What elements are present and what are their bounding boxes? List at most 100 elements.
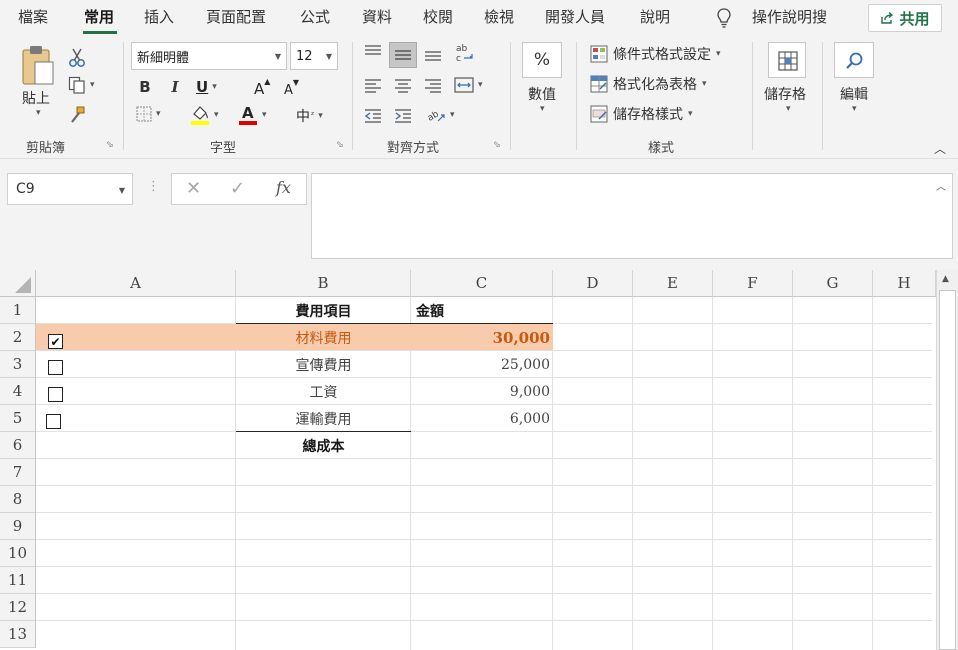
column-header-c[interactable]: C bbox=[411, 270, 553, 297]
number-format-button[interactable]: % 數值 ▾ bbox=[520, 42, 564, 130]
format-as-table-button[interactable]: 格式化為表格 ▾ bbox=[590, 74, 707, 94]
row-header-10[interactable]: 10 bbox=[0, 540, 36, 567]
group-divider bbox=[576, 42, 577, 150]
tab-data[interactable]: 資料 bbox=[362, 6, 392, 27]
formula-input[interactable]: ︿ bbox=[311, 173, 953, 259]
checkbox-row-5[interactable] bbox=[46, 414, 61, 429]
share-button[interactable]: 共用 bbox=[868, 4, 942, 32]
row-header-13[interactable]: 13 bbox=[0, 621, 36, 648]
conditional-formatting-button[interactable]: 條件式格式設定 ▾ bbox=[590, 44, 721, 64]
decrease-indent-icon[interactable] bbox=[364, 108, 382, 124]
tab-view[interactable]: 檢視 bbox=[484, 6, 514, 27]
expand-formula-icon[interactable]: ︿ bbox=[936, 178, 946, 193]
column-header-a[interactable]: A bbox=[36, 270, 236, 297]
drag-handle-icon[interactable]: ⋮ bbox=[147, 179, 160, 194]
vertical-scrollbar[interactable]: ▲ bbox=[936, 270, 958, 650]
cell-styles-button[interactable]: 儲存格樣式 ▾ bbox=[590, 104, 693, 124]
cancel-icon[interactable]: ✕ bbox=[186, 178, 201, 199]
increase-indent-icon[interactable] bbox=[394, 108, 412, 124]
column-header-g[interactable]: G bbox=[793, 270, 873, 297]
font-size-select[interactable]: 12 ▼ bbox=[290, 42, 338, 70]
row-header-8[interactable]: 8 bbox=[0, 486, 36, 513]
format-painter-icon[interactable] bbox=[68, 106, 86, 124]
tab-formulas[interactable]: 公式 bbox=[300, 6, 330, 27]
tab-developer[interactable]: 開發人員 bbox=[545, 6, 605, 27]
row-header-6[interactable]: 6 bbox=[0, 432, 36, 459]
cell-c1-header-amount[interactable]: 金額 bbox=[416, 297, 553, 324]
column-header-e[interactable]: E bbox=[633, 270, 713, 297]
lightbulb-icon[interactable] bbox=[716, 8, 732, 28]
insert-function-icon[interactable]: fx bbox=[276, 178, 291, 197]
cell-b2-item[interactable]: 材料費用 bbox=[236, 324, 411, 351]
tab-page-layout[interactable]: 頁面配置 bbox=[206, 6, 266, 27]
dialog-launcher-icon[interactable]: ⬂ bbox=[106, 140, 116, 150]
cut-icon[interactable] bbox=[68, 48, 86, 68]
cell-c3-amount[interactable]: 25,000 bbox=[411, 351, 553, 378]
cell-c4-amount[interactable]: 9,000 bbox=[411, 378, 553, 405]
align-top-icon[interactable] bbox=[364, 44, 382, 60]
row-header-3[interactable]: 3 bbox=[0, 351, 36, 378]
cell-b1-header-item[interactable]: 費用項目 bbox=[236, 297, 411, 324]
column-header-h[interactable]: H bbox=[873, 270, 936, 297]
worksheet-grid[interactable]: A B C D E F G H 1 2 3 4 5 6 7 8 9 10 11 … bbox=[0, 270, 958, 650]
collapse-ribbon-icon[interactable]: ︿ bbox=[934, 140, 946, 157]
font-color-button[interactable]: A ▾ bbox=[238, 104, 267, 126]
tell-me-search[interactable]: 操作說明搜 bbox=[752, 6, 827, 27]
tab-review[interactable]: 校閱 bbox=[423, 6, 453, 27]
bold-button[interactable]: B bbox=[136, 76, 154, 98]
dialog-launcher-icon[interactable]: ⬂ bbox=[336, 140, 346, 150]
row-header-9[interactable]: 9 bbox=[0, 513, 36, 540]
copy-button[interactable]: ▾ bbox=[68, 76, 95, 94]
row-header-2[interactable]: 2 bbox=[0, 324, 36, 351]
cell-b5-item[interactable]: 運輸費用 bbox=[236, 405, 411, 432]
phonetic-guide-button[interactable]: 中 ᶻ ▾ bbox=[296, 106, 323, 126]
increase-font-button[interactable]: A ▲ bbox=[254, 76, 270, 98]
align-bottom-icon[interactable] bbox=[424, 46, 442, 62]
row-header-5[interactable]: 5 bbox=[0, 405, 36, 432]
column-header-b[interactable]: B bbox=[236, 270, 411, 297]
cell-b3-item[interactable]: 宣傳費用 bbox=[236, 351, 411, 378]
scrollbar-thumb[interactable] bbox=[939, 290, 956, 650]
row-header-12[interactable]: 12 bbox=[0, 594, 36, 621]
checkbox-row-2[interactable]: ✔ bbox=[48, 334, 63, 349]
italic-button[interactable]: I bbox=[166, 76, 184, 98]
wrap-text-icon[interactable]: ab c bbox=[454, 42, 476, 64]
row-header-11[interactable]: 11 bbox=[0, 567, 36, 594]
decrease-font-button[interactable]: A ▼ bbox=[284, 76, 299, 98]
row-header-4[interactable]: 4 bbox=[0, 378, 36, 405]
cell-c2-amount[interactable]: 30,000 bbox=[411, 324, 553, 351]
cell-b4-item[interactable]: 工資 bbox=[236, 378, 411, 405]
tab-help[interactable]: 說明 bbox=[640, 6, 670, 27]
align-center-icon[interactable] bbox=[394, 78, 412, 94]
enter-check-icon[interactable]: ✓ bbox=[230, 178, 245, 199]
tab-insert[interactable]: 插入 bbox=[144, 6, 174, 27]
align-middle-button[interactable] bbox=[389, 42, 417, 68]
gridline bbox=[36, 512, 932, 513]
dialog-launcher-icon[interactable]: ⬂ bbox=[493, 140, 503, 150]
cells-button[interactable]: 儲存格 ▾ bbox=[762, 42, 812, 130]
align-right-icon[interactable] bbox=[424, 78, 442, 94]
tab-file[interactable]: 檔案 bbox=[18, 6, 48, 27]
chevron-down-icon: ▾ bbox=[36, 108, 41, 118]
fill-color-button[interactable]: ▾ bbox=[190, 104, 219, 126]
orientation-button[interactable]: ab ▾ bbox=[426, 106, 455, 124]
row-header-1[interactable]: 1 bbox=[0, 297, 36, 324]
paste-button[interactable]: 貼上 ▾ bbox=[16, 44, 60, 124]
align-left-icon[interactable] bbox=[364, 78, 382, 94]
merge-center-button[interactable]: ▾ bbox=[454, 76, 483, 94]
name-box[interactable]: C9 ▼ bbox=[7, 173, 133, 205]
column-header-f[interactable]: F bbox=[713, 270, 793, 297]
cell-c5-amount[interactable]: 6,000 bbox=[411, 405, 553, 432]
borders-button[interactable]: ▾ bbox=[136, 106, 161, 122]
checkbox-row-3[interactable] bbox=[48, 360, 63, 375]
scroll-up-icon[interactable]: ▲ bbox=[942, 274, 949, 284]
font-name-select[interactable]: 新細明體 ▼ bbox=[131, 42, 287, 70]
checkbox-row-4[interactable] bbox=[48, 387, 63, 402]
column-header-d[interactable]: D bbox=[553, 270, 633, 297]
tab-home[interactable]: 常用 bbox=[84, 6, 114, 27]
cell-b6-total-label[interactable]: 總成本 bbox=[236, 432, 411, 459]
select-all-corner[interactable] bbox=[0, 270, 36, 297]
editing-button[interactable]: 編輯 ▾ bbox=[832, 42, 876, 130]
underline-button[interactable]: U ▾ bbox=[196, 76, 217, 98]
row-header-7[interactable]: 7 bbox=[0, 459, 36, 486]
